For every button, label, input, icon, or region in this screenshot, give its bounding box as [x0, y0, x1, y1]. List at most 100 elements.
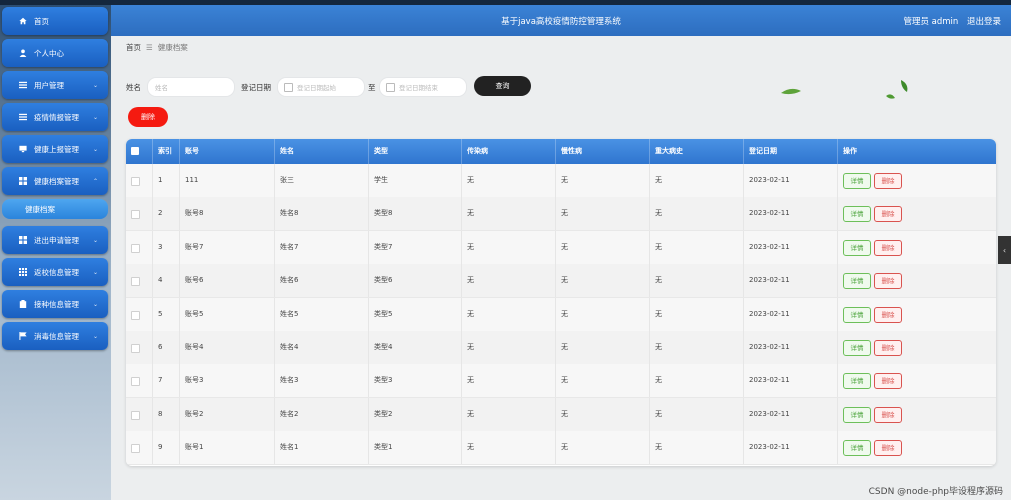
- sidebar-item-epidemic[interactable]: 疫情情报管理 ⌄: [2, 103, 108, 131]
- sidebar-item-return-school[interactable]: 返校信息管理 ⌄: [2, 258, 108, 286]
- detail-button[interactable]: 详情: [843, 406, 871, 423]
- cell-idx: 3: [158, 242, 163, 251]
- sidebar-item-access-request[interactable]: 进出申请管理 ⌄: [2, 226, 108, 254]
- sidebar-item-profile[interactable]: 个人中心: [2, 39, 108, 67]
- detail-button[interactable]: 详情: [843, 206, 871, 223]
- cell-type: 类型3: [374, 376, 393, 385]
- column-header: 姓名: [280, 147, 294, 155]
- table-row: 1 111 张三 学生无无无 2023-02-11 详情 删除: [126, 164, 996, 198]
- cell-idx: 2: [158, 209, 163, 218]
- cell-name: 姓名5: [280, 309, 299, 318]
- cell-account: 111: [185, 176, 199, 184]
- row-checkbox[interactable]: [131, 344, 140, 353]
- row-delete-button[interactable]: 删除: [874, 239, 902, 256]
- user-area: 管理员 admin 退出登录: [897, 15, 1001, 27]
- cell-date: 2023-02-11: [749, 443, 790, 452]
- batch-delete-button[interactable]: 删除: [128, 107, 168, 127]
- table-row: 7 账号3 姓名3 类型3 无 无 无 2023-02-11 详情 删除: [126, 364, 996, 399]
- cell-infect: 无: [467, 409, 474, 418]
- detail-button[interactable]: 详情: [843, 173, 871, 189]
- calendar-icon: [386, 82, 395, 92]
- cell-infect: 无: [467, 276, 474, 285]
- leaf-decoration-icon: [781, 88, 801, 95]
- cell-date: 2023-02-11: [749, 376, 790, 385]
- cell-account: 账号2: [185, 409, 204, 418]
- row-delete-button[interactable]: 删除: [874, 206, 902, 223]
- cell-infect: 无: [467, 376, 474, 385]
- detail-button[interactable]: 详情: [843, 340, 871, 356]
- cell-date: 2023-02-11: [749, 209, 790, 218]
- cell-chronic: 无: [561, 176, 568, 184]
- name-input-placeholder: 姓名: [155, 84, 168, 92]
- cell-type: 类型8: [374, 209, 393, 218]
- row-checkbox[interactable]: [131, 243, 140, 253]
- row-delete-button[interactable]: 删除: [874, 406, 902, 423]
- breadcrumb-home[interactable]: 首页: [126, 43, 141, 52]
- row-checkbox[interactable]: [131, 177, 140, 186]
- sidebar-item-vaccination[interactable]: 接种信息管理 ⌄: [2, 290, 108, 318]
- row-delete-button[interactable]: 删除: [874, 173, 902, 189]
- sidebar-item-disinfection[interactable]: 消毒信息管理 ⌄: [2, 322, 108, 350]
- select-all-checkbox[interactable]: [131, 147, 139, 155]
- name-input[interactable]: 姓名: [147, 77, 235, 97]
- row-checkbox[interactable]: [131, 377, 140, 387]
- cell-type: 类型4: [374, 343, 393, 351]
- sidebar-item-users[interactable]: 用户管理 ⌄: [2, 71, 108, 99]
- table-header: 索引 账号 姓名 类型 传染病 慢性病 重大病史 登记日期 操作: [126, 139, 996, 164]
- cell-chronic: 无: [561, 209, 568, 218]
- cell-infect: 无: [467, 309, 474, 318]
- detail-button[interactable]: 详情: [843, 440, 871, 457]
- search-button[interactable]: 查询: [474, 76, 531, 96]
- cell-idx: 9: [158, 443, 163, 452]
- cell-chronic: 无: [561, 242, 568, 251]
- cell-idx: 1: [158, 176, 163, 184]
- sidebar-item-label: 疫情情报管理: [34, 112, 79, 122]
- cell-account: 账号6: [185, 276, 204, 285]
- row-delete-button[interactable]: 删除: [874, 440, 902, 457]
- detail-button[interactable]: 详情: [843, 306, 871, 323]
- watermark: CSDN @node-php毕设程序源码: [868, 487, 1003, 497]
- cell-major: 无: [655, 242, 662, 251]
- leaf-decoration-icon: [886, 80, 908, 99]
- chevron-down-icon: ⌄: [92, 268, 98, 276]
- cell-date: 2023-02-11: [749, 176, 790, 184]
- row-delete-button[interactable]: 删除: [874, 273, 902, 290]
- table-row: 5 账号5 姓名5 类型5 无 无 无 2023-02-11 详情 删除: [126, 297, 996, 332]
- collapse-tab[interactable]: ‹: [998, 236, 1011, 264]
- row-checkbox[interactable]: [131, 210, 140, 220]
- column-header: 操作: [843, 147, 857, 155]
- row-delete-button[interactable]: 删除: [874, 373, 902, 390]
- row-checkbox[interactable]: [131, 277, 140, 287]
- detail-button[interactable]: 详情: [843, 373, 871, 390]
- cell-date: 2023-02-11: [749, 343, 790, 351]
- date-start-input[interactable]: 登记日期起始: [277, 77, 365, 97]
- sidebar-subitem-health-archive[interactable]: 健康档案: [2, 199, 108, 219]
- cell-name: 姓名7: [280, 242, 299, 251]
- row-delete-button[interactable]: 删除: [874, 340, 902, 356]
- row-checkbox[interactable]: [131, 310, 140, 320]
- date-end-input[interactable]: 登记日期结束: [379, 77, 467, 97]
- sidebar-item-home[interactable]: 首页: [2, 7, 108, 35]
- detail-button[interactable]: 详情: [843, 239, 871, 256]
- sidebar-item-health-archive[interactable]: 健康档案管理 ⌃: [2, 167, 108, 195]
- cell-account: 账号4: [185, 343, 204, 351]
- date-end-placeholder: 登记日期结束: [399, 84, 438, 92]
- cell-name: 姓名3: [280, 376, 299, 385]
- cell-chronic: 无: [561, 443, 568, 452]
- cell-major: 无: [655, 276, 662, 285]
- row-delete-button[interactable]: 删除: [874, 306, 902, 323]
- sidebar-subitem-label: 健康档案: [25, 204, 55, 214]
- clipboard-icon: [19, 300, 27, 308]
- sidebar-item-health-report[interactable]: 健康上报管理 ⌄: [2, 135, 108, 163]
- breadcrumb: 首页 ☰ 健康档案: [126, 42, 188, 53]
- cell-account: 账号7: [185, 242, 204, 251]
- row-checkbox[interactable]: [131, 444, 140, 454]
- cell-type: 学生: [374, 176, 388, 184]
- user-icon: [19, 49, 27, 57]
- logout-link[interactable]: 退出登录: [967, 17, 1001, 27]
- cell-chronic: 无: [561, 276, 568, 285]
- flag-icon: [19, 332, 27, 340]
- cell-major: 无: [655, 343, 662, 351]
- detail-button[interactable]: 详情: [843, 273, 871, 290]
- row-checkbox[interactable]: [131, 410, 140, 420]
